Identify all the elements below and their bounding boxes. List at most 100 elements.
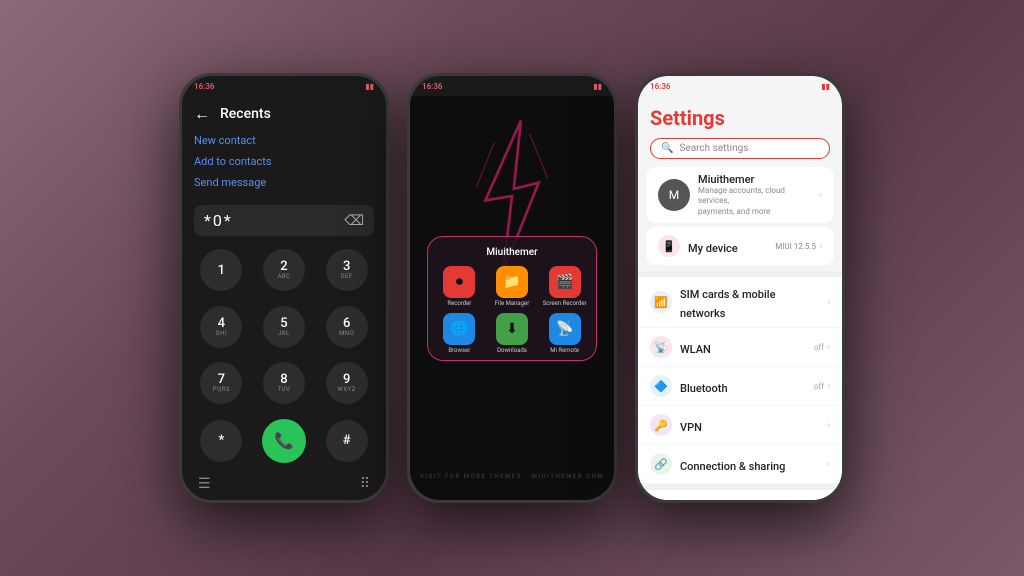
back-button[interactable]: ← bbox=[194, 104, 210, 124]
status-bar-3: 16:36 ▮▮ bbox=[638, 76, 842, 96]
time-2: 16:36 bbox=[422, 82, 442, 91]
settings-title: Settings bbox=[650, 106, 830, 130]
file-manager-label: File Manager bbox=[495, 300, 530, 307]
new-contact-link[interactable]: New contact bbox=[194, 134, 374, 147]
profile-name: Miuithemer bbox=[698, 173, 811, 186]
dialpad-number: *0* bbox=[204, 211, 233, 230]
app-file-manager[interactable]: 📁 File Manager bbox=[489, 266, 536, 307]
time-3: 16:36 bbox=[650, 82, 670, 91]
vpn-text: VPN bbox=[672, 416, 827, 435]
delete-button[interactable]: ⌫ bbox=[344, 213, 364, 229]
bluetooth-text: Bluetooth bbox=[672, 377, 814, 396]
connection-label: Connection & sharing bbox=[680, 460, 785, 473]
settings-profile[interactable]: M Miuithemer Manage accounts, cloud serv… bbox=[646, 167, 834, 223]
folder-title: Miuithemer bbox=[436, 247, 588, 258]
miui-badge: MIUI 12.5.5 bbox=[775, 242, 816, 251]
settings-bluetooth[interactable]: 🔷 Bluetooth off › bbox=[638, 367, 842, 405]
screen-recorder-label: Screen Recorder bbox=[543, 300, 587, 307]
mi-remote-icon: 📡 bbox=[549, 313, 581, 345]
dial-key-6[interactable]: 6MNO bbox=[326, 306, 368, 348]
battery-1: ▮▮ bbox=[365, 82, 374, 91]
sim-label: SIM cards & mobile networks bbox=[680, 288, 775, 320]
search-icon: 🔍 bbox=[661, 143, 673, 154]
app-recorder[interactable]: ⏺ Recorder bbox=[436, 266, 483, 307]
connection-arrow: › bbox=[827, 459, 830, 470]
bluetooth-label: Bluetooth bbox=[680, 382, 728, 395]
vpn-label: VPN bbox=[680, 421, 702, 434]
downloads-icon: ⬇ bbox=[496, 313, 528, 345]
dial-key-4[interactable]: 4GHI bbox=[200, 306, 242, 348]
settings-connection[interactable]: 🔗 Connection & sharing › bbox=[638, 445, 842, 483]
profile-sub: Manage accounts, cloud services,payments… bbox=[698, 186, 811, 217]
device-text: My device bbox=[680, 237, 775, 256]
mi-remote-label: Mi Remote bbox=[550, 347, 579, 354]
settings-wlan[interactable]: 📡 WLAN off › bbox=[638, 328, 842, 366]
sim-arrow: › bbox=[827, 297, 830, 308]
menu-icon[interactable]: ☰ bbox=[198, 476, 211, 492]
sim-icon: 📶 bbox=[650, 291, 672, 313]
connection-icon: 🔗 bbox=[650, 453, 672, 475]
dial-key-5[interactable]: 5JKL bbox=[263, 306, 305, 348]
profile-arrow: › bbox=[819, 190, 822, 201]
status-icons-2: ▮▮ bbox=[593, 82, 602, 91]
recents-header: ← Recents bbox=[182, 96, 386, 130]
time-1: 16:36 bbox=[194, 82, 214, 91]
keypad-icon[interactable]: ⠿ bbox=[360, 476, 370, 492]
battery-3: ▮▮ bbox=[821, 82, 830, 91]
dial-key-star[interactable]: * bbox=[200, 420, 242, 462]
dial-key-2[interactable]: 2ABC bbox=[263, 249, 305, 291]
wlan-status: off bbox=[814, 343, 824, 352]
dial-key-hash[interactable]: # bbox=[326, 420, 368, 462]
bluetooth-status: off bbox=[814, 382, 824, 391]
app-mi-remote[interactable]: 📡 Mi Remote bbox=[541, 313, 588, 354]
my-device-label: My device bbox=[688, 242, 738, 255]
status-bar-2: 16:36 ▮▮ bbox=[410, 76, 614, 96]
connection-text: Connection & sharing bbox=[672, 455, 827, 474]
wlan-icon: 📡 bbox=[650, 336, 672, 358]
settings-sim[interactable]: 📶 SIM cards & mobile networks › bbox=[638, 277, 842, 327]
dial-key-8[interactable]: 8TUV bbox=[263, 362, 305, 404]
dial-key-7[interactable]: 7PQRS bbox=[200, 362, 242, 404]
battery-2: ▮▮ bbox=[593, 82, 602, 91]
screen-recorder-icon: 🎬 bbox=[549, 266, 581, 298]
watermark: VISIT FOR MORE THEMES - MIUITHEMER.COM bbox=[420, 473, 604, 480]
app-folder[interactable]: Miuithemer ⏺ Recorder 📁 File Manager 🎬 S… bbox=[427, 236, 597, 361]
status-icons-1: ▮▮ bbox=[365, 82, 374, 91]
vpn-arrow: › bbox=[827, 420, 830, 431]
profile-text: Miuithemer Manage accounts, cloud servic… bbox=[690, 173, 819, 217]
call-button[interactable]: 📞 bbox=[262, 419, 306, 463]
device-icon: 📱 bbox=[658, 235, 680, 257]
phone-settings: 16:36 ▮▮ Settings 🔍 Search settings M Mi… bbox=[635, 73, 845, 503]
dialpad-bottom-bar: ☰ ⠿ bbox=[182, 472, 386, 500]
settings-vpn[interactable]: 🔑 VPN › bbox=[638, 406, 842, 444]
dial-key-9[interactable]: 9WXYZ bbox=[326, 362, 368, 404]
app-browser[interactable]: 🌐 Browser bbox=[436, 313, 483, 354]
add-to-contacts-link[interactable]: Add to contacts bbox=[194, 155, 374, 168]
wallpaper-icon: 🎨 bbox=[650, 498, 672, 500]
dial-key-3[interactable]: 3DEF bbox=[326, 249, 368, 291]
apps-grid: ⏺ Recorder 📁 File Manager 🎬 Screen Recor… bbox=[436, 266, 588, 354]
dialpad-grid: 1 2ABC 3DEF 4GHI 5JKL 6MNO 7PQRS 8TUV 9W… bbox=[182, 240, 386, 472]
recents-actions: New contact Add to contacts Send message bbox=[182, 130, 386, 197]
status-icons-3: ▮▮ bbox=[821, 82, 830, 91]
file-manager-icon: 📁 bbox=[496, 266, 528, 298]
status-bar-1: 16:36 ▮▮ bbox=[182, 76, 386, 96]
search-bar[interactable]: 🔍 Search settings bbox=[650, 138, 830, 159]
dialpad-display: *0* ⌫ bbox=[194, 205, 374, 236]
settings-my-device[interactable]: 📱 My device MIUI 12.5.5 › bbox=[646, 227, 834, 265]
app-screen-recorder[interactable]: 🎬 Screen Recorder bbox=[541, 266, 588, 307]
recorder-label: Recorder bbox=[447, 300, 471, 307]
dial-key-1[interactable]: 1 bbox=[200, 249, 242, 291]
profile-avatar: M bbox=[658, 179, 690, 211]
search-placeholder: Search settings bbox=[679, 143, 748, 154]
app-downloads[interactable]: ⬇ Downloads bbox=[489, 313, 536, 354]
send-message-link[interactable]: Send message bbox=[194, 176, 374, 189]
recorder-icon: ⏺ bbox=[443, 266, 475, 298]
recents-content: ← Recents New contact Add to contacts Se… bbox=[182, 96, 386, 500]
phone-app-drawer: 16:36 ▮▮ Miuithemer ⏺ Recorder bbox=[407, 73, 617, 503]
settings-header: Settings bbox=[638, 96, 842, 134]
app-drawer-content: Miuithemer ⏺ Recorder 📁 File Manager 🎬 S… bbox=[410, 96, 614, 500]
wlan-label: WLAN bbox=[680, 343, 711, 356]
settings-wallpaper[interactable]: 🎨 Wallpaper & personalization › bbox=[638, 490, 842, 500]
sim-text: SIM cards & mobile networks bbox=[672, 283, 827, 321]
